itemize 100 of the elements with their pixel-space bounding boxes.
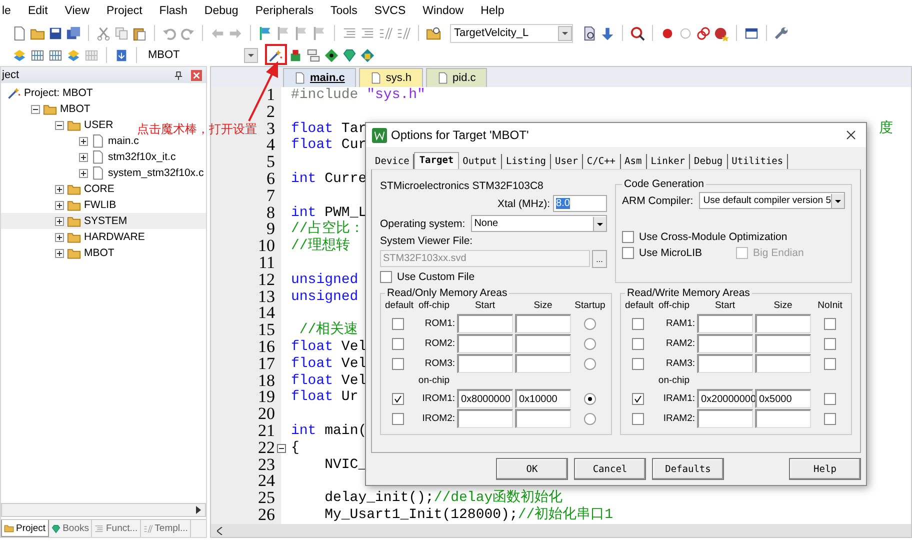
menu-item[interactable]: Project <box>106 5 142 17</box>
find-in-files-icon[interactable] <box>426 26 441 40</box>
address-field[interactable] <box>457 334 513 353</box>
size-field[interactable] <box>755 354 811 373</box>
expander-icon[interactable] <box>55 248 64 258</box>
expander-icon[interactable] <box>55 232 64 242</box>
undo-icon[interactable] <box>162 26 177 40</box>
checkbox[interactable] <box>824 338 836 350</box>
dialog-tab[interactable]: Linker <box>646 154 690 169</box>
address-field[interactable]: 0x20000000 <box>697 389 753 408</box>
size-field[interactable] <box>755 334 811 353</box>
size-field[interactable] <box>755 314 811 333</box>
checkbox[interactable] <box>622 247 634 259</box>
size-field[interactable] <box>515 314 571 333</box>
size-field[interactable]: 0x10000 <box>515 389 571 408</box>
checkbox[interactable] <box>392 358 404 370</box>
tree-item[interactable]: stm32f10x_it.c <box>1 149 180 165</box>
expander-icon[interactable] <box>79 136 88 146</box>
address-field[interactable] <box>697 409 753 428</box>
close-icon[interactable] <box>846 130 856 140</box>
checkbox[interactable] <box>824 392 836 404</box>
file-tab[interactable]: main.c <box>283 68 356 87</box>
flag-icon[interactable] <box>276 26 291 40</box>
window-icon[interactable] <box>744 26 759 40</box>
dialog-button[interactable]: Cancel <box>574 458 646 480</box>
menu-item[interactable]: Help <box>480 5 504 17</box>
save-icon[interactable] <box>48 26 63 40</box>
expander-icon[interactable] <box>79 152 88 162</box>
size-field[interactable] <box>515 334 571 353</box>
menu-item[interactable]: Debug <box>204 5 238 17</box>
checkbox[interactable] <box>632 392 644 404</box>
size-field[interactable]: 0x5000 <box>755 389 811 408</box>
menu-item[interactable]: Window <box>422 5 464 17</box>
uncomment-icon[interactable] <box>396 26 411 40</box>
fold-icon[interactable] <box>276 444 286 453</box>
address-field[interactable] <box>457 409 513 428</box>
tree-item[interactable]: HARDWARE <box>1 229 149 245</box>
radio-button[interactable] <box>584 412 596 424</box>
menu-item[interactable]: Peripherals <box>255 5 314 17</box>
checkbox[interactable] <box>824 412 836 424</box>
scrollbar[interactable] <box>1 503 206 517</box>
wrench-icon[interactable] <box>774 26 789 40</box>
tree-item[interactable]: MBOT <box>1 245 118 261</box>
checkbox[interactable] <box>392 318 404 330</box>
diamond-icon[interactable] <box>324 48 339 62</box>
tree-item[interactable]: system_stm32f10x.c <box>1 165 208 181</box>
expander-icon[interactable] <box>55 216 64 226</box>
flag-icon[interactable] <box>294 26 309 40</box>
tree-item[interactable]: MBOT <box>1 101 94 117</box>
comment-icon[interactable] <box>378 26 393 40</box>
checkbox[interactable] <box>632 318 644 330</box>
checkbox[interactable] <box>632 412 644 424</box>
dialog-button[interactable]: Defaults <box>652 458 724 480</box>
checkbox[interactable] <box>392 412 404 424</box>
radio-button[interactable] <box>584 338 596 350</box>
multi-icon[interactable] <box>360 48 375 62</box>
expander-icon[interactable] <box>55 120 64 130</box>
flag-icon[interactable] <box>312 26 327 40</box>
dialog-tab[interactable]: Utilities <box>728 154 788 169</box>
radio-button[interactable] <box>584 318 596 330</box>
panel-tab[interactable]: Books <box>48 520 92 537</box>
layers-icon[interactable] <box>12 48 27 62</box>
redo-icon[interactable] <box>180 26 195 40</box>
magnifier-icon[interactable] <box>630 26 645 40</box>
tree-item[interactable]: SYSTEM <box>1 213 206 229</box>
address-field[interactable] <box>457 354 513 373</box>
grid-icon[interactable] <box>30 48 45 62</box>
panel-tab[interactable]: Project <box>1 520 49 537</box>
size-field[interactable] <box>755 409 811 428</box>
tree-item[interactable]: FWLIB <box>1 197 120 213</box>
dialog-tab[interactable]: Listing <box>502 154 552 169</box>
download-arrow-icon[interactable] <box>600 26 615 40</box>
tree-item[interactable]: USER <box>1 117 118 133</box>
checkbox[interactable] <box>632 338 644 350</box>
panel-tab[interactable]: Templ... <box>140 520 191 537</box>
paste-icon[interactable] <box>132 26 147 40</box>
size-field[interactable] <box>515 354 571 373</box>
address-field[interactable] <box>457 314 513 333</box>
dialog-tab[interactable]: Output <box>458 154 502 169</box>
pin-icon[interactable] <box>174 70 183 80</box>
dialog-tab[interactable]: Asm <box>620 154 647 169</box>
dialog-tab[interactable]: Target <box>414 152 459 169</box>
expander-icon[interactable] <box>55 200 64 210</box>
xtal-field[interactable]: 8.0 <box>553 195 608 212</box>
expander-icon[interactable] <box>79 168 88 178</box>
new-file-icon[interactable] <box>12 26 27 40</box>
dialog-tab[interactable]: C/C++ <box>582 154 621 169</box>
checkbox[interactable] <box>380 271 392 283</box>
menu-item[interactable]: Edit <box>28 5 48 17</box>
document-search-icon[interactable] <box>582 26 597 40</box>
expander-icon[interactable] <box>31 104 40 114</box>
radio-button[interactable] <box>584 392 596 404</box>
checkbox[interactable] <box>392 392 404 404</box>
size-field[interactable] <box>515 409 571 428</box>
tree-item[interactable]: Project: MBOT <box>1 85 97 101</box>
dialog-tab[interactable]: Debug <box>690 154 728 169</box>
download-icon[interactable] <box>114 48 129 62</box>
menu-item[interactable]: View <box>64 5 90 17</box>
menu-item[interactable]: le <box>2 5 11 17</box>
right-arrow-icon[interactable] <box>195 506 201 514</box>
